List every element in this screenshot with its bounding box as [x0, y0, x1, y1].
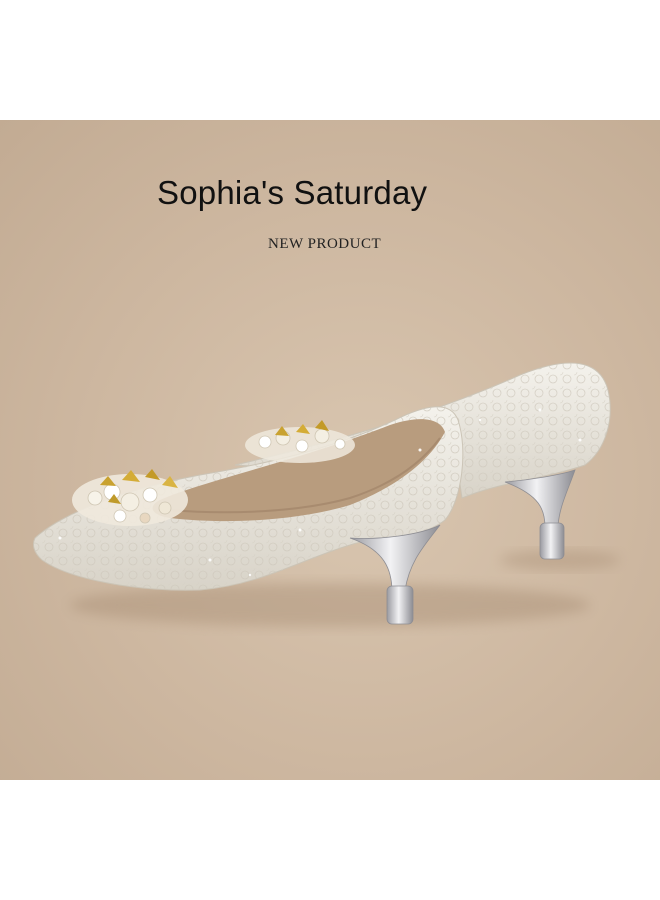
crystal-embellishment-back — [245, 420, 355, 463]
shoe-shadow — [70, 583, 590, 627]
new-product-label: NEW PRODUCT — [268, 236, 382, 252]
brand-title: Sophia's Saturday — [157, 174, 428, 211]
product-shoes-illustration — [33, 362, 620, 627]
crystal-embellishment — [72, 469, 188, 526]
